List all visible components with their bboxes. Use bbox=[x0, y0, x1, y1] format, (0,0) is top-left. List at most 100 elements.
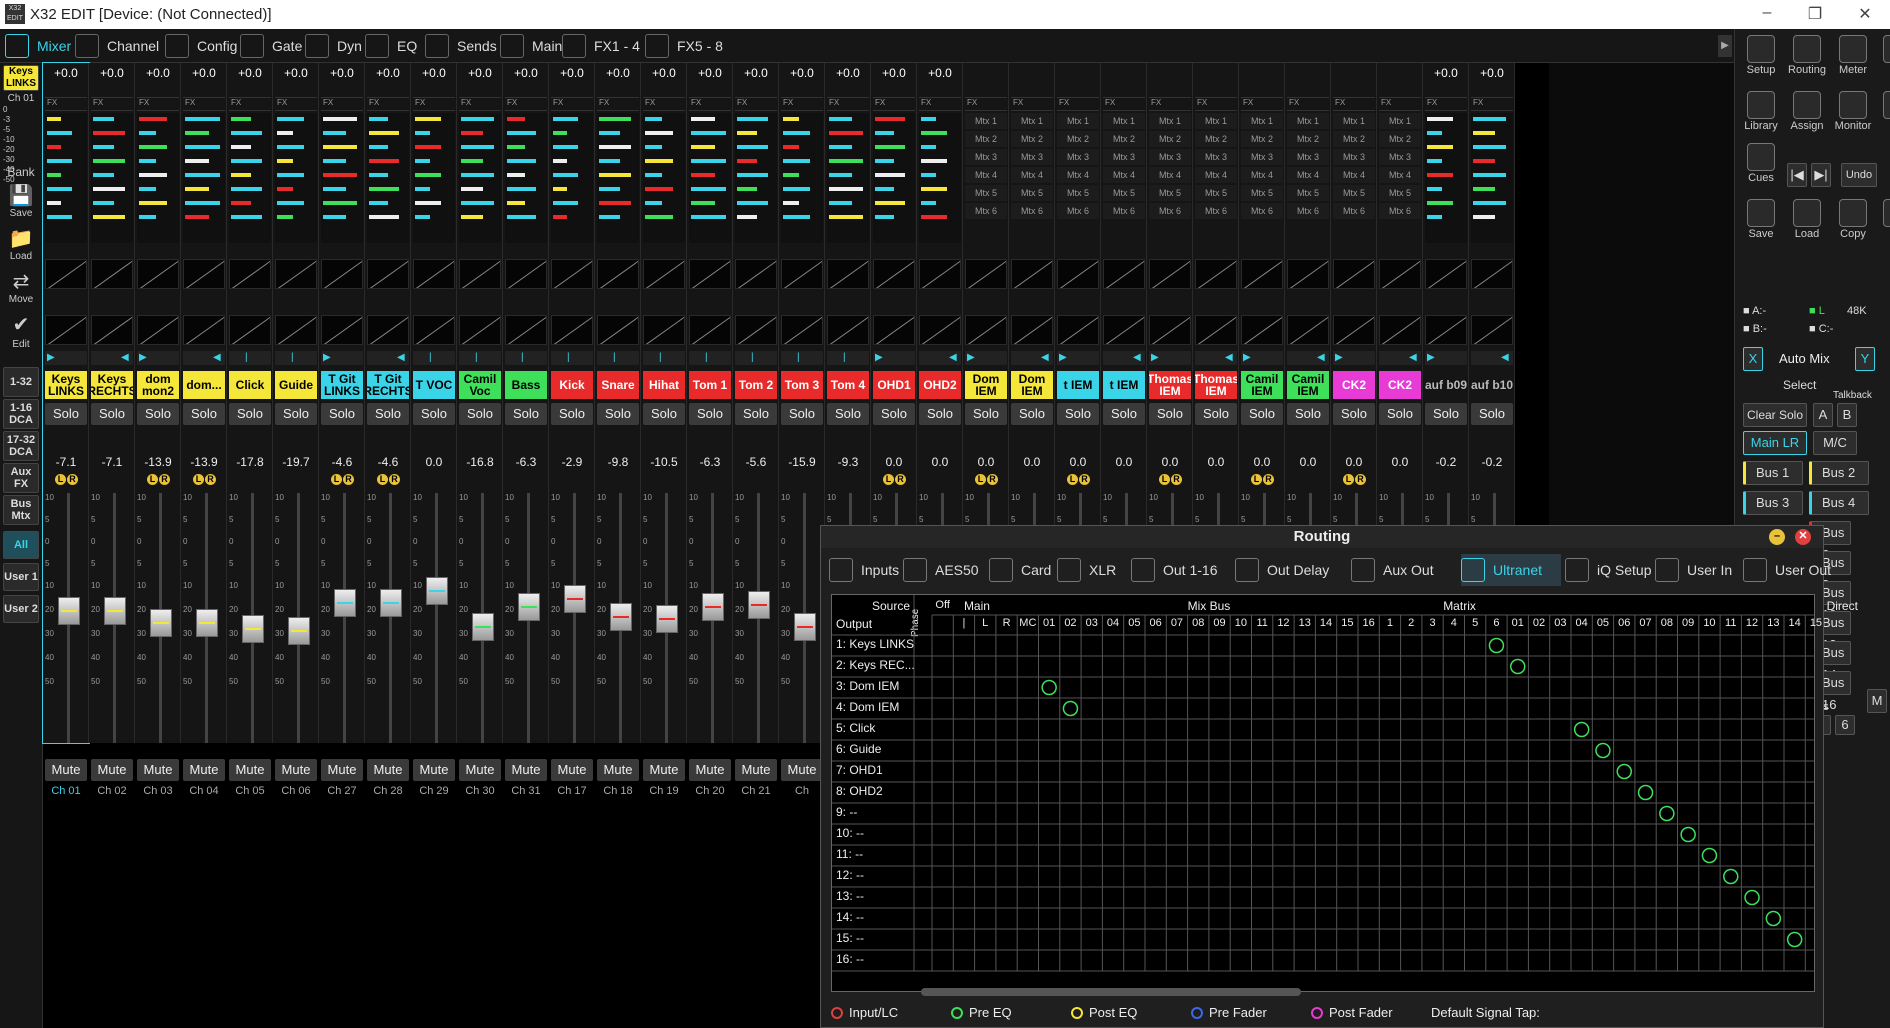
solo-button[interactable]: Solo bbox=[597, 403, 639, 425]
pan-control[interactable]: ◀ bbox=[1287, 351, 1329, 365]
fader-cap[interactable] bbox=[150, 609, 172, 637]
mute-button[interactable]: Mute bbox=[229, 759, 271, 781]
matrix-send[interactable]: Mtx 4 bbox=[1379, 167, 1421, 183]
send-level[interactable] bbox=[553, 173, 578, 177]
routing-tab-iq-setup[interactable]: iQ Setup bbox=[1565, 554, 1651, 586]
fader-cap[interactable] bbox=[702, 593, 724, 621]
send-level[interactable] bbox=[737, 159, 757, 163]
matrix-send[interactable]: Mtx 5 bbox=[1195, 185, 1237, 201]
matrix-send[interactable]: Mtx 1 bbox=[1333, 113, 1375, 129]
mute-button[interactable]: Mute bbox=[735, 759, 777, 781]
send-level[interactable] bbox=[507, 215, 536, 219]
mute-button[interactable]: Mute bbox=[183, 759, 225, 781]
bus-select-button[interactable]: Bus 1 bbox=[1743, 461, 1803, 485]
fx-icon[interactable]: FX bbox=[323, 98, 333, 107]
pan-control[interactable]: | bbox=[551, 351, 593, 365]
routing-tab-ultranet[interactable]: Ultranet bbox=[1461, 554, 1561, 586]
solo-button[interactable]: Solo bbox=[1287, 403, 1329, 425]
send-level[interactable] bbox=[231, 201, 251, 205]
mute-button[interactable]: Mute bbox=[413, 759, 455, 781]
scribble-strip[interactable]: Dom IEM bbox=[965, 371, 1007, 399]
send-level[interactable] bbox=[277, 131, 293, 135]
route-assignment-marker[interactable] bbox=[1062, 700, 1079, 717]
route-assignment-marker[interactable] bbox=[1723, 868, 1739, 885]
pan-control[interactable]: | bbox=[229, 351, 271, 365]
send-level[interactable] bbox=[1427, 201, 1453, 205]
automix-x-button[interactable]: X bbox=[1743, 347, 1763, 371]
send-level[interactable] bbox=[93, 159, 125, 163]
next-button[interactable]: ▶| bbox=[1811, 163, 1831, 187]
send-level[interactable] bbox=[691, 173, 715, 177]
m-button[interactable]: M bbox=[1867, 689, 1887, 713]
matrix-send[interactable]: Mtx 6 bbox=[965, 203, 1007, 219]
fader[interactable]: 105051020304050 bbox=[91, 493, 133, 743]
matrix-send[interactable]: Mtx 2 bbox=[1011, 131, 1053, 147]
pan-control[interactable]: ▶ bbox=[1241, 351, 1283, 365]
send-level[interactable] bbox=[829, 117, 852, 121]
send-level[interactable] bbox=[461, 145, 494, 149]
send-level[interactable] bbox=[875, 117, 905, 121]
routing-minimize-button[interactable]: – bbox=[1769, 529, 1785, 545]
send-level[interactable] bbox=[461, 117, 494, 121]
mute-button[interactable]: Mute bbox=[137, 759, 179, 781]
gain-value[interactable]: +0.0 bbox=[597, 65, 639, 81]
fader[interactable]: 105051020304050 bbox=[275, 493, 317, 743]
matrix-send[interactable]: Mtx 1 bbox=[1057, 113, 1099, 129]
send-level[interactable] bbox=[829, 215, 863, 219]
fx-icon[interactable]: FX bbox=[829, 98, 839, 107]
fx-icon[interactable]: FX bbox=[1105, 98, 1115, 107]
gain-value[interactable]: +0.0 bbox=[413, 65, 455, 81]
pan-control[interactable]: | bbox=[597, 351, 639, 365]
send-level[interactable] bbox=[1427, 117, 1453, 121]
scribble-strip[interactable]: Hihat bbox=[643, 371, 685, 399]
solo-button[interactable]: Solo bbox=[1103, 403, 1145, 425]
scribble-strip[interactable]: Dom IEM bbox=[1011, 371, 1053, 399]
matrix-send[interactable]: Mtx 5 bbox=[1149, 185, 1191, 201]
send-level[interactable] bbox=[1473, 117, 1506, 121]
send-level[interactable] bbox=[277, 159, 293, 163]
mute-button[interactable]: Mute bbox=[459, 759, 501, 781]
solo-button[interactable]: Solo bbox=[137, 403, 179, 425]
matrix-send[interactable]: Mtx 6 bbox=[1149, 203, 1191, 219]
send-level[interactable] bbox=[231, 173, 251, 177]
send-level[interactable] bbox=[93, 187, 125, 191]
fader-cap[interactable] bbox=[104, 597, 126, 625]
send-level[interactable] bbox=[139, 131, 156, 135]
send-level[interactable] bbox=[507, 145, 525, 149]
send-level[interactable] bbox=[599, 117, 631, 121]
send-level[interactable] bbox=[645, 201, 662, 205]
bank-user-2-button[interactable]: User 2 bbox=[3, 595, 39, 623]
send-level[interactable] bbox=[1427, 131, 1442, 135]
matrix-send[interactable]: Mtx 6 bbox=[1195, 203, 1237, 219]
send-level[interactable] bbox=[875, 173, 905, 177]
send-level[interactable] bbox=[185, 173, 220, 177]
mute-button[interactable]: Mute bbox=[643, 759, 685, 781]
routing-tab-aes50[interactable]: AES50 bbox=[903, 554, 985, 586]
fx-icon[interactable]: FX bbox=[1473, 98, 1483, 107]
send-level[interactable] bbox=[415, 131, 430, 135]
pan-control[interactable]: ▶ bbox=[321, 351, 363, 365]
scribble-strip[interactable]: Tom 3 bbox=[781, 371, 823, 399]
matrix-send[interactable]: Mtx 6 bbox=[1103, 203, 1145, 219]
send-level[interactable] bbox=[737, 187, 757, 191]
send-level[interactable] bbox=[47, 145, 61, 149]
route-assignment-marker[interactable] bbox=[1041, 679, 1057, 696]
send-level[interactable] bbox=[369, 159, 399, 163]
pan-control[interactable]: ▶ bbox=[1057, 351, 1099, 365]
send-level[interactable] bbox=[737, 215, 757, 219]
route-assignment-marker[interactable] bbox=[1765, 910, 1782, 927]
matrix-send[interactable]: Mtx 5 bbox=[1333, 185, 1375, 201]
send-level[interactable] bbox=[415, 117, 441, 121]
route-assignment-marker[interactable] bbox=[1573, 721, 1590, 738]
scribble-strip[interactable]: T Git LINKS bbox=[321, 371, 363, 399]
scribble-strip[interactable]: Snare bbox=[597, 371, 639, 399]
send-level[interactable] bbox=[323, 131, 346, 135]
send-level[interactable] bbox=[783, 187, 810, 191]
pan-control[interactable]: | bbox=[827, 351, 869, 365]
send-level[interactable] bbox=[323, 173, 357, 177]
send-level[interactable] bbox=[93, 117, 114, 121]
matrix-send[interactable]: Mtx 5 bbox=[1287, 185, 1329, 201]
gain-value[interactable]: +0.0 bbox=[781, 65, 823, 81]
fx-icon[interactable]: FX bbox=[1335, 98, 1345, 107]
matrix-send[interactable]: Mtx 3 bbox=[1011, 149, 1053, 165]
